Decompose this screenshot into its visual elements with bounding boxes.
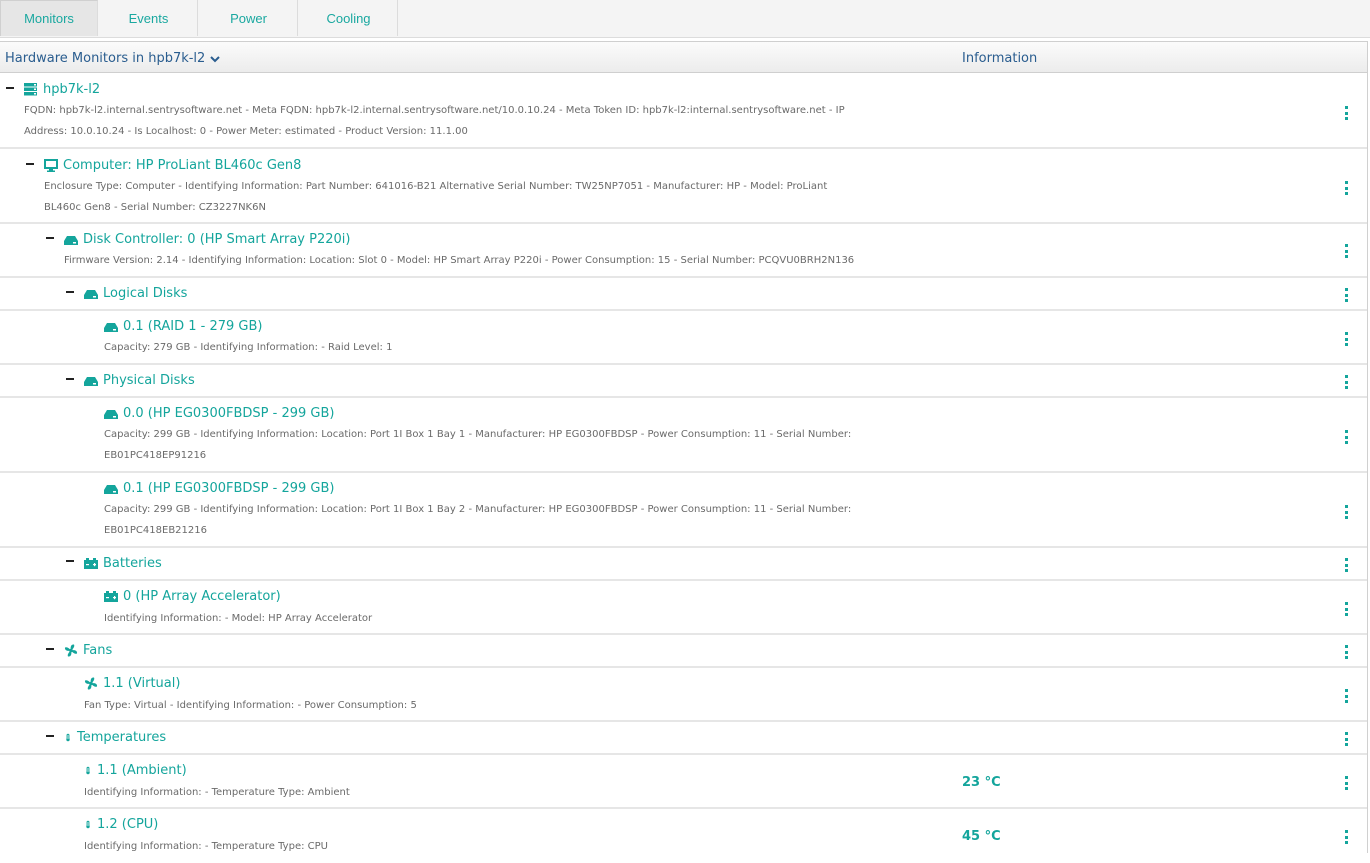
tree-row-batteries[interactable]: Batteries <box>0 548 1367 581</box>
tree-row-fan[interactable]: 1.1 (Virtual) Fan Type: Virtual - Identi… <box>0 668 1367 722</box>
server-icon <box>24 83 37 96</box>
row-description: Identifying Information: - Temperature T… <box>84 841 328 852</box>
tree-row-physical-disks[interactable]: Physical Disks <box>0 365 1367 398</box>
hard-drive-icon <box>84 377 98 386</box>
hard-drive-icon <box>104 485 118 494</box>
kebab-menu-icon[interactable] <box>1343 288 1349 302</box>
monitor-icon <box>44 159 58 172</box>
hard-drive-icon <box>104 323 118 332</box>
tree-row-computer[interactable]: Computer: HP ProLiant BL460c Gen8 Enclos… <box>0 149 1367 224</box>
row-description: BL460c Gen8 - Serial Number: CZ3227NK6N <box>44 202 266 213</box>
kebab-menu-icon[interactable] <box>1343 181 1349 195</box>
panel-border <box>1367 73 1368 853</box>
tree-row-disk-controller[interactable]: Disk Controller: 0 (HP Smart Array P220i… <box>0 224 1367 278</box>
tab-events[interactable]: Events <box>100 0 198 36</box>
row-description: EB01PC418EB21216 <box>104 525 207 536</box>
disk-controller-title[interactable]: Disk Controller: 0 (HP Smart Array P220i… <box>64 232 350 247</box>
kebab-menu-icon[interactable] <box>1343 602 1349 616</box>
information-column-header: Information <box>962 51 1038 66</box>
physical-disk-title[interactable]: 0.0 (HP EG0300FBDSP - 299 GB) <box>104 406 334 421</box>
row-description: Fan Type: Virtual - Identifying Informat… <box>84 700 417 711</box>
collapse-toggle[interactable] <box>66 291 74 293</box>
temperature-value: 45 °C <box>962 829 1001 844</box>
row-description: Capacity: 299 GB - Identifying Informati… <box>104 429 852 440</box>
kebab-menu-icon[interactable] <box>1343 689 1349 703</box>
tree-row-logical-disks[interactable]: Logical Disks <box>0 278 1367 311</box>
tree-row-logical-disk[interactable]: 0.1 (RAID 1 - 279 GB) Capacity: 279 GB -… <box>0 311 1367 365</box>
hard-drive-icon <box>84 290 98 299</box>
chevron-down-icon <box>210 55 221 62</box>
row-description: Address: 10.0.10.24 - Is Localhost: 0 - … <box>24 126 468 137</box>
temperature-value: 23 °C <box>962 775 1001 790</box>
row-description: Capacity: 299 GB - Identifying Informati… <box>104 504 852 515</box>
thermometer-icon <box>86 766 90 775</box>
tree-row-temperature[interactable]: 1.1 (Ambient) Identifying Information: -… <box>0 755 1367 809</box>
fan-icon <box>84 677 98 690</box>
kebab-menu-icon[interactable] <box>1343 332 1349 346</box>
collapse-toggle[interactable] <box>46 648 54 650</box>
collapse-toggle[interactable] <box>46 237 54 239</box>
row-description: Capacity: 279 GB - Identifying Informati… <box>104 342 393 353</box>
kebab-menu-icon[interactable] <box>1343 732 1349 746</box>
hard-drive-icon <box>64 236 78 245</box>
row-description: Identifying Information: - Model: HP Arr… <box>104 613 373 624</box>
temperature-title[interactable]: 1.1 (Ambient) <box>84 763 187 778</box>
hard-drive-icon <box>104 410 118 419</box>
monitors-header: Hardware Monitors in hpb7k-l2 Informatio… <box>0 41 1368 73</box>
collapse-toggle[interactable] <box>46 735 54 737</box>
tree-row-battery[interactable]: 0 (HP Array Accelerator) Identifying Inf… <box>0 581 1367 635</box>
kebab-menu-icon[interactable] <box>1343 645 1349 659</box>
battery-icon <box>84 558 98 569</box>
fans-title[interactable]: Fans <box>64 643 112 658</box>
kebab-menu-icon[interactable] <box>1343 430 1349 444</box>
collapse-toggle[interactable] <box>26 163 34 165</box>
tree-row-fans[interactable]: Fans <box>0 635 1367 668</box>
kebab-menu-icon[interactable] <box>1343 776 1349 790</box>
collapse-toggle[interactable] <box>6 87 14 89</box>
tree-row-physical-disk[interactable]: 0.1 (HP EG0300FBDSP - 299 GB) Capacity: … <box>0 473 1367 548</box>
kebab-menu-icon[interactable] <box>1343 505 1349 519</box>
header-title: Hardware Monitors in hpb7k-l2 <box>5 51 206 66</box>
batteries-title[interactable]: Batteries <box>84 556 162 571</box>
row-description: Firmware Version: 2.14 - Identifying Inf… <box>64 255 855 266</box>
fan-icon <box>64 644 78 657</box>
kebab-menu-icon[interactable] <box>1343 244 1349 258</box>
temperatures-title[interactable]: Temperatures <box>64 730 166 745</box>
battery-title[interactable]: 0 (HP Array Accelerator) <box>104 589 281 604</box>
temperature-title[interactable]: 1.2 (CPU) <box>84 817 158 832</box>
fan-title[interactable]: 1.1 (Virtual) <box>84 676 180 691</box>
logical-disks-title[interactable]: Logical Disks <box>84 286 187 301</box>
kebab-menu-icon[interactable] <box>1343 830 1349 844</box>
tab-cooling[interactable]: Cooling <box>300 0 398 36</box>
thermometer-icon <box>66 733 70 742</box>
tree-row-temperatures[interactable]: Temperatures <box>0 722 1367 755</box>
physical-disks-title[interactable]: Physical Disks <box>84 373 195 388</box>
collapse-toggle[interactable] <box>66 560 74 562</box>
thermometer-icon <box>86 820 90 829</box>
monitor-tree: hpb7k-l2 FQDN: hpb7k-l2.internal.sentrys… <box>0 73 1367 863</box>
kebab-menu-icon[interactable] <box>1343 375 1349 389</box>
row-description: FQDN: hpb7k-l2.internal.sentrysoftware.n… <box>24 105 845 116</box>
row-description: Identifying Information: - Temperature T… <box>84 787 350 798</box>
kebab-menu-icon[interactable] <box>1343 106 1349 120</box>
battery-icon <box>104 591 118 602</box>
tab-bar: Monitors Events Power Cooling <box>0 0 1370 38</box>
kebab-menu-icon[interactable] <box>1343 558 1349 572</box>
computer-title[interactable]: Computer: HP ProLiant BL460c Gen8 <box>44 158 301 173</box>
collapse-toggle[interactable] <box>66 378 74 380</box>
physical-disk-title[interactable]: 0.1 (HP EG0300FBDSP - 299 GB) <box>104 481 334 496</box>
tree-row-temperature[interactable]: 1.2 (CPU) Identifying Information: - Tem… <box>0 809 1367 863</box>
tree-row-host[interactable]: hpb7k-l2 FQDN: hpb7k-l2.internal.sentrys… <box>0 73 1367 149</box>
tab-power[interactable]: Power <box>200 0 298 36</box>
row-description: EB01PC418EP91216 <box>104 450 207 461</box>
tree-row-physical-disk[interactable]: 0.0 (HP EG0300FBDSP - 299 GB) Capacity: … <box>0 398 1367 473</box>
host-title[interactable]: hpb7k-l2 <box>24 82 100 97</box>
row-description: Enclosure Type: Computer - Identifying I… <box>44 181 828 192</box>
tab-monitors[interactable]: Monitors <box>0 0 98 36</box>
hardware-monitors-dropdown[interactable]: Hardware Monitors in hpb7k-l2 <box>5 51 221 66</box>
logical-disk-title[interactable]: 0.1 (RAID 1 - 279 GB) <box>104 319 263 334</box>
